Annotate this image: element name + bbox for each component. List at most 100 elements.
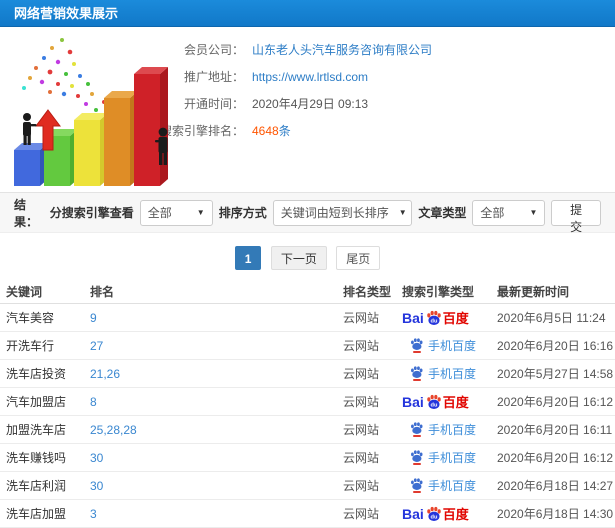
member-info: 会员公司： 山东老人头汽车服务咨询有限公司 推广地址： https://www.… bbox=[160, 27, 615, 145]
baidu-pc-logo: Bai du 百度 bbox=[402, 392, 469, 411]
info-section: 会员公司： 山东老人头汽车服务咨询有限公司 推广地址： https://www.… bbox=[0, 27, 615, 192]
keyword-cell: 开洗车行 bbox=[6, 339, 55, 353]
baidu-paw-icon: du bbox=[427, 310, 441, 325]
page-button-current[interactable]: 1 bbox=[234, 246, 262, 270]
header-rank: 排名 bbox=[90, 284, 115, 299]
mobile-baidu-underline bbox=[412, 435, 421, 437]
promo-url-link[interactable]: https://www.lrtlsd.com bbox=[252, 64, 368, 91]
keyword-cell: 洗车店投资 bbox=[6, 367, 67, 381]
open-time-row: 开通时间： 2020年4月29日 09:13 bbox=[160, 91, 615, 118]
baidu-logo-latin: Bai bbox=[402, 505, 424, 522]
updated-cell: 2020年6月18日 14:27 bbox=[497, 479, 614, 493]
rank-type-cell: 云网站 bbox=[343, 339, 380, 353]
baidu-paw-icon: du bbox=[427, 506, 441, 521]
mobile-baidu-logo: 手机百度 bbox=[402, 365, 476, 382]
next-page-button[interactable]: 下一页 bbox=[270, 246, 327, 270]
baidu-paw-icon: du bbox=[427, 394, 441, 409]
mobile-baidu-paw-icon bbox=[411, 338, 423, 350]
engine-filter-select[interactable]: 全部 ▼ bbox=[139, 199, 213, 226]
rank-cell: 27 bbox=[90, 338, 104, 353]
baidu-logo-cn: 百度 bbox=[442, 395, 469, 410]
mobile-baidu-underline bbox=[412, 463, 421, 465]
engine-cell: Bai du 百度 bbox=[402, 504, 497, 523]
mobile-baidu-paw-icon bbox=[411, 366, 423, 378]
engine-cell: Bai du 百度 bbox=[402, 308, 497, 327]
promo-url-row: 推广地址： https://www.lrtlsd.com bbox=[160, 64, 615, 91]
rank-cell: 21,26 bbox=[90, 366, 121, 381]
article-type-select[interactable]: 全部 ▼ bbox=[472, 199, 546, 226]
member-company-row: 会员公司： 山东老人头汽车服务咨询有限公司 bbox=[160, 37, 615, 64]
svg-text:du: du bbox=[430, 402, 437, 408]
rank-cell: 30 bbox=[90, 450, 104, 465]
engine-cell: Bai du 百度 bbox=[402, 449, 497, 466]
baidu-logo-latin: Bai bbox=[402, 393, 424, 410]
engine-cell: Bai du 百度 bbox=[402, 337, 497, 354]
updated-cell: 2020年6月18日 14:30 bbox=[497, 507, 614, 521]
results-table: 关键词 排名 排名类型 搜索引擎类型 最新更新时间 汽车美容 9 云网站 Bai… bbox=[0, 279, 615, 528]
keyword-cell: 加盟洗车店 bbox=[6, 423, 67, 437]
rank-cell: 8 bbox=[90, 394, 97, 409]
rank-cell: 30 bbox=[90, 478, 104, 493]
rank-type-cell: 云网站 bbox=[343, 311, 380, 325]
article-type-label: 文章类型 bbox=[418, 206, 467, 220]
mobile-baidu-underline bbox=[412, 491, 421, 493]
table-row: 汽车加盟店 8 云网站 Bai du 百度 2020年6月20日 16:12 bbox=[0, 388, 615, 416]
bar-orange bbox=[104, 91, 138, 186]
filter-bar: 结果： 分搜索引擎查看 全部 ▼ 排序方式 关键词由短到长排序 ▼ 文章类型 全部 ▼… bbox=[0, 192, 615, 234]
updated-cell: 2020年5月27日 14:58 bbox=[497, 367, 614, 381]
mobile-baidu-label: 手机百度 bbox=[428, 423, 477, 437]
businessman-left bbox=[23, 113, 37, 145]
baidu-pc-logo: Bai du 百度 bbox=[402, 504, 469, 523]
rank-type-cell: 云网站 bbox=[343, 423, 380, 437]
table-body: 汽车美容 9 云网站 Bai du 百度 2020年6月5日 11:24 开洗车… bbox=[0, 304, 615, 528]
keyword-cell: 洗车赚钱吗 bbox=[6, 451, 67, 465]
bar-yellow bbox=[74, 113, 108, 186]
updated-cell: 2020年6月5日 11:24 bbox=[497, 311, 606, 325]
submit-button[interactable]: 提交 bbox=[551, 199, 601, 234]
mobile-baidu-label: 手机百度 bbox=[428, 339, 477, 353]
baidu-logo-latin: Bai bbox=[402, 309, 424, 326]
header-updated: 最新更新时间 bbox=[497, 284, 570, 299]
keyword-cell: 汽车加盟店 bbox=[6, 395, 67, 409]
rank-cell: 3 bbox=[90, 506, 97, 521]
mobile-baidu-label: 手机百度 bbox=[428, 451, 477, 465]
table-header-row: 关键词 排名 排名类型 搜索引擎类型 最新更新时间 bbox=[0, 279, 615, 304]
engine-cell: Bai du 百度 bbox=[402, 421, 497, 438]
table-row: 洗车店投资 21,26 云网站 Bai du 百度 bbox=[0, 360, 615, 388]
member-company-link[interactable]: 山东老人头汽车服务咨询有限公司 bbox=[252, 37, 432, 64]
last-page-button[interactable]: 尾页 bbox=[336, 246, 381, 270]
mobile-baidu-paw-icon bbox=[411, 450, 423, 462]
ranking-count-unit: 条 bbox=[278, 124, 291, 138]
header-engine-type: 搜索引擎类型 bbox=[402, 284, 475, 299]
table-row: 洗车赚钱吗 30 云网站 Bai du 百度 bbox=[0, 444, 615, 472]
rank-type-cell: 云网站 bbox=[343, 395, 380, 409]
rank-type-cell: 云网站 bbox=[343, 479, 380, 493]
confetti-dots bbox=[22, 38, 110, 118]
mobile-baidu-underline bbox=[412, 351, 421, 353]
growth-chart-illustration bbox=[14, 38, 168, 186]
updated-cell: 2020年6月20日 16:16 bbox=[497, 339, 614, 353]
table-row: 开洗车行 27 云网站 Bai du 百度 bbox=[0, 332, 615, 360]
keyword-cell: 洗车店加盟 bbox=[6, 507, 67, 521]
page-header: 网络营销效果展示 bbox=[0, 0, 615, 27]
table-row: 加盟洗车店 25,28,28 云网站 Bai du 百度 bbox=[0, 416, 615, 444]
sort-order-label: 排序方式 bbox=[218, 206, 267, 220]
updated-cell: 2020年6月20日 16:11 bbox=[497, 423, 613, 437]
mobile-baidu-logo: 手机百度 bbox=[402, 421, 476, 438]
baidu-pc-logo: Bai du 百度 bbox=[402, 308, 469, 327]
header-rank-type: 排名类型 bbox=[343, 284, 392, 299]
mobile-baidu-logo: 手机百度 bbox=[402, 449, 476, 466]
rank-type-cell: 云网站 bbox=[343, 451, 380, 465]
mobile-baidu-underline bbox=[412, 379, 421, 381]
baidu-logo-cn: 百度 bbox=[442, 311, 469, 326]
rank-type-cell: 云网站 bbox=[343, 367, 380, 381]
sort-order-select[interactable]: 关键词由短到长排序 ▼ bbox=[272, 199, 413, 226]
rank-cell: 9 bbox=[90, 310, 97, 325]
mobile-baidu-label: 手机百度 bbox=[428, 367, 477, 381]
mobile-baidu-logo: 手机百度 bbox=[402, 477, 476, 494]
bar-red bbox=[134, 67, 168, 186]
chevron-down-icon: ▼ bbox=[196, 208, 205, 217]
keyword-cell: 汽车美容 bbox=[6, 311, 55, 325]
table-row: 洗车店加盟 3 云网站 Bai du 百度 2020年6月18日 14:30 bbox=[0, 500, 615, 528]
updated-cell: 2020年6月20日 16:12 bbox=[497, 395, 614, 409]
